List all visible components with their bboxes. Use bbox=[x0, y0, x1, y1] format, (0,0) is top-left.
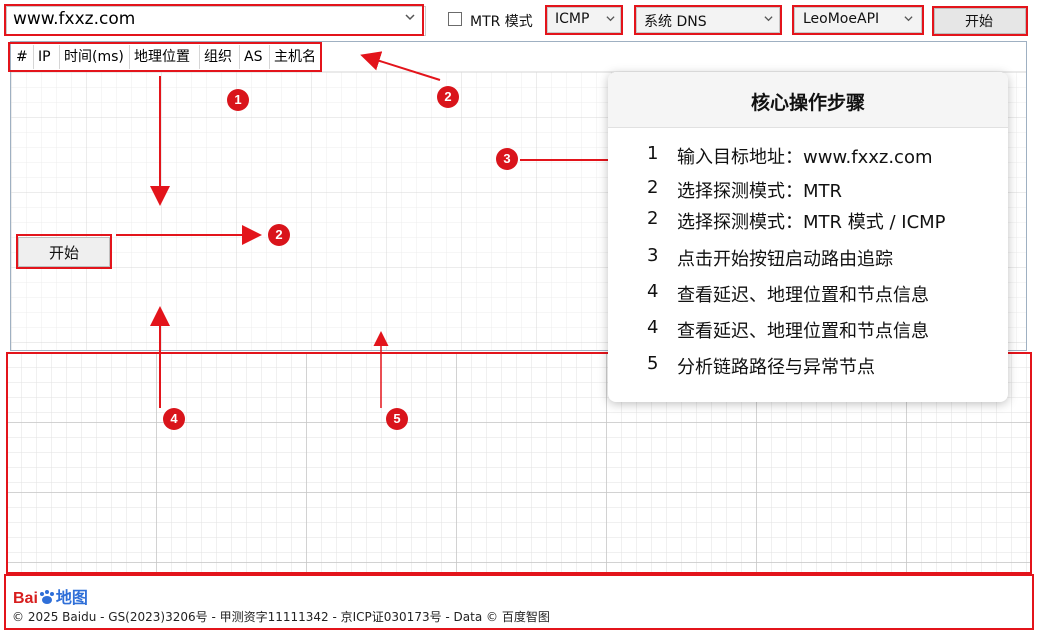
step-text: 输入目标地址：www.fxxz.com bbox=[677, 147, 933, 168]
baidu-logo-text: Bai bbox=[13, 590, 38, 607]
step-number: 1 bbox=[647, 143, 659, 164]
copyright-text: © 2025 Baidu - GS(2023)3206号 - 甲测资字11111… bbox=[12, 610, 550, 624]
baidu-map-text: 地图 bbox=[55, 590, 88, 607]
step-text: 选择探测模式：MTR bbox=[677, 181, 843, 202]
step-marker-2-columns: 2 bbox=[437, 86, 459, 108]
steps-card-title: 核心操作步骤 bbox=[750, 92, 865, 114]
step-number: 2 bbox=[647, 208, 659, 229]
step-text: 点击开始按钮启动路由追踪 bbox=[677, 249, 893, 270]
step-number: 2 bbox=[647, 177, 659, 198]
step-marker-5: 5 bbox=[386, 408, 408, 430]
step-number: 3 bbox=[647, 245, 659, 266]
baidu-map-logo: Bai 地图 bbox=[13, 584, 88, 608]
step-marker-1: 1 bbox=[227, 89, 249, 111]
step-text: 选择探测模式：MTR 模式 / ICMP bbox=[677, 212, 946, 233]
step-marker-2-start: 2 bbox=[268, 224, 290, 246]
step-number: 4 bbox=[647, 281, 659, 302]
step-text: 查看延迟、地理位置和节点信息 bbox=[677, 285, 929, 306]
step-marker-3: 3 bbox=[496, 148, 518, 170]
step-number: 5 bbox=[647, 353, 659, 374]
step-marker-4: 4 bbox=[163, 408, 185, 430]
step-text: 分析链路路径与异常节点 bbox=[677, 357, 875, 378]
step-number: 4 bbox=[647, 317, 659, 338]
paw-icon bbox=[39, 590, 54, 604]
step-text: 查看延迟、地理位置和节点信息 bbox=[677, 321, 929, 342]
